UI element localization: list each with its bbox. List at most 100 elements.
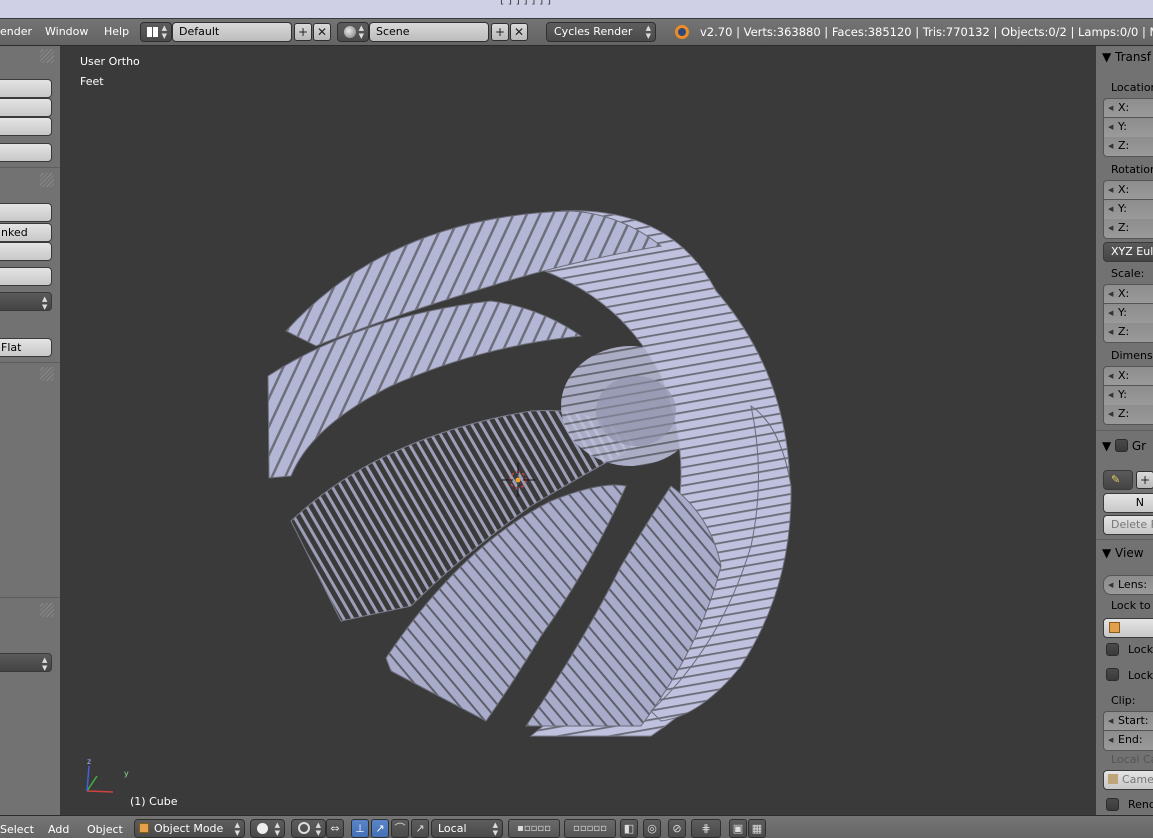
tool-button[interactable] [0, 203, 52, 222]
render-engine-dropdown[interactable]: Cycles Render ▲ ▼ [546, 22, 656, 42]
cube-icon [1109, 622, 1120, 633]
rotate-manipulator-icon[interactable]: ↗ [371, 819, 389, 838]
field-label: X: [1118, 101, 1130, 114]
tool-button[interactable] [0, 117, 52, 136]
updown-arrows-icon: ▲ ▼ [42, 656, 48, 672]
tool-button[interactable] [0, 143, 52, 162]
add-grease-layer-button[interactable]: + [1136, 471, 1153, 489]
panel-grip-icon[interactable] [40, 173, 54, 187]
delete-frame-button[interactable]: Delete Fr [1103, 515, 1153, 535]
scale-x-field[interactable]: ◀ X: [1103, 284, 1153, 304]
transform-orientation-dropdown[interactable]: Local ▲ ▼ [431, 819, 503, 838]
viewport-shading-dropdown[interactable]: ▲ ▼ [250, 819, 285, 838]
interaction-mode-dropdown[interactable]: Object Mode ▲ ▼ [134, 819, 245, 838]
tool-button[interactable] [0, 242, 52, 261]
local-camera-field[interactable]: Came [1103, 770, 1153, 790]
tool-button[interactable] [0, 79, 52, 98]
scene-icon-dropdown[interactable]: ▲ ▼ [337, 22, 369, 42]
tool-button[interactable] [0, 98, 52, 117]
view-panel-header[interactable]: ▼ View [1102, 546, 1144, 560]
3d-viewport[interactable]: User Ortho Feet y z (1) Cube [61, 46, 1095, 815]
panel-divider [0, 167, 60, 168]
decrement-arrow-icon: ◀ [1108, 328, 1114, 336]
tool-button[interactable] [0, 267, 52, 286]
menu-select[interactable]: Select [0, 823, 34, 836]
delete-scene-button[interactable]: ✕ [510, 23, 528, 41]
proportional-editing-icon[interactable]: ◎ [643, 819, 661, 838]
snap-element-dropdown[interactable]: ⋕ [691, 819, 721, 838]
panel-divider [0, 597, 60, 598]
pivot-icon [298, 822, 310, 834]
rotation-x-field[interactable]: ◀ X: [1103, 180, 1153, 200]
layers-grid-1[interactable]: ▪▫▫▫▫ [508, 819, 560, 838]
lock-object-field[interactable] [1103, 618, 1153, 638]
delete-screen-button[interactable]: ✕ [313, 23, 331, 41]
screen-layout-field[interactable]: Default [172, 22, 292, 42]
scene-statistics: v2.70 | Verts:363880 | Faces:385120 | Tr… [700, 25, 1153, 39]
decrement-arrow-icon: ◀ [1108, 736, 1114, 744]
shading-flat-button[interactable]: Flat [0, 338, 52, 357]
render-opengl-icon[interactable]: ▣ [729, 819, 747, 838]
menu-object[interactable]: Object [87, 823, 123, 836]
clip-start-field[interactable]: ◀ Start: [1103, 711, 1153, 731]
add-screen-button[interactable]: + [294, 23, 312, 41]
scene-field[interactable]: Scene [369, 22, 489, 42]
scale-manipulator-icon[interactable]: ⌒ [391, 819, 409, 838]
grease-pencil-panel-header[interactable]: ▼ Gr [1102, 437, 1146, 453]
decrement-arrow-icon: ◀ [1108, 372, 1114, 380]
updown-arrows-icon: ▲ ▼ [161, 24, 167, 40]
dimensions-y-field[interactable]: ◀ Y: [1103, 386, 1153, 406]
rotation-z-field[interactable]: ◀ Z: [1103, 219, 1153, 239]
transform-orientation-icon[interactable]: ↗ [411, 819, 429, 838]
render-engine-label: Cycles Render [554, 25, 633, 38]
render-animation-icon[interactable]: ▦ [748, 819, 766, 838]
updown-arrows-icon: ▲ ▼ [274, 821, 280, 837]
transform-panel-header[interactable]: ▼ Transf [1102, 50, 1151, 64]
dimensions-z-field[interactable]: ◀ Z: [1103, 405, 1153, 425]
pivot-point-dropdown[interactable]: ▲ ▼ [291, 819, 326, 838]
location-y-field[interactable]: ◀ Y: [1103, 118, 1153, 138]
scale-z-field[interactable]: ◀ Z: [1103, 323, 1153, 343]
panel-grip-icon[interactable] [40, 603, 54, 617]
layers-grid-2[interactable]: ▫▫▫▫▫ [564, 819, 616, 838]
add-scene-button[interactable]: + [491, 23, 509, 41]
shading-smooth-linked-button[interactable]: nked [0, 223, 52, 242]
location-z-field[interactable]: ◀ Z: [1103, 137, 1153, 157]
field-label: Y: [1118, 388, 1127, 401]
new-layer-button[interactable]: N [1103, 493, 1153, 513]
manipulator-toggle-icon[interactable]: ⇔ [326, 819, 344, 838]
lock-camera-checkbox[interactable] [1106, 668, 1119, 681]
updown-arrows-icon: ▲ ▼ [42, 295, 48, 311]
menu-window[interactable]: Window [45, 25, 88, 38]
panel-grip-icon[interactable] [40, 367, 54, 381]
lens-field[interactable]: ◀ Lens: [1103, 575, 1153, 595]
location-x-field[interactable]: ◀ X: [1103, 98, 1153, 118]
clip-end-field[interactable]: ◀ End: [1103, 731, 1153, 751]
menu-add[interactable]: Add [48, 823, 69, 836]
lock-cursor-label: Lock [1128, 643, 1153, 656]
clip-label: Clip: [1111, 694, 1136, 707]
pencil-icon-dropdown[interactable]: ✎ [1103, 470, 1133, 490]
panel-grip-icon[interactable] [40, 49, 54, 63]
scale-label: Scale: [1111, 267, 1145, 280]
grease-pencil-enable-checkbox[interactable] [1115, 439, 1129, 452]
scale-y-field[interactable]: ◀ Y: [1103, 304, 1153, 324]
screen-layout-icon-dropdown[interactable]: ▲ ▼ [140, 22, 172, 42]
panel-divider [1096, 430, 1153, 431]
blender-logo-icon [675, 25, 689, 39]
menu-render[interactable]: ender [0, 25, 32, 38]
decrement-arrow-icon: ◀ [1108, 186, 1114, 194]
lock-cursor-checkbox[interactable] [1106, 643, 1119, 656]
dimensions-x-field[interactable]: ◀ X: [1103, 366, 1153, 386]
rotation-mode-dropdown[interactable]: XYZ Eule [1103, 242, 1153, 262]
menu-help[interactable]: Help [104, 25, 129, 38]
translate-manipulator-icon[interactable]: ⊥ [351, 819, 369, 838]
window-title-bar: [ ] ] ] ] ] ] [0, 0, 1153, 18]
rotation-y-field[interactable]: ◀ Y: [1103, 200, 1153, 220]
snap-toggle-icon[interactable]: ⊘ [668, 819, 686, 838]
decrement-arrow-icon: ◀ [1108, 309, 1114, 317]
updown-arrows-icon: ▲ ▼ [315, 821, 321, 837]
lock-layers-icon[interactable]: ◧ [620, 819, 638, 838]
3d-view-header: Select Add Object Object Mode ▲ ▼ ▲ ▼ ▲ ▼ ⇔… [0, 815, 1153, 838]
render-only-checkbox[interactable] [1106, 798, 1119, 811]
